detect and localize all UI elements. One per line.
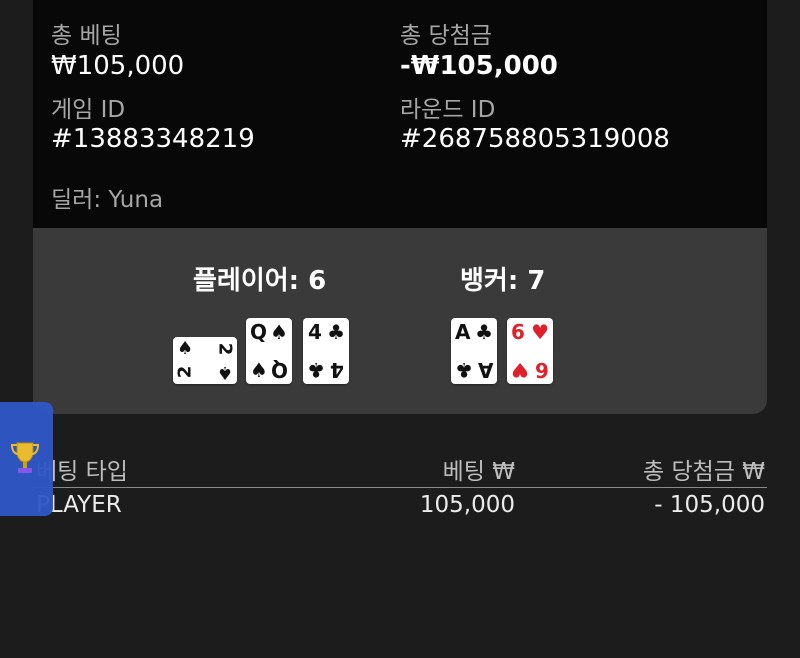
player-card-1: 2 ♠ 2 ♠ bbox=[173, 337, 237, 384]
player-card-2: Q ♠ ♠ Q bbox=[246, 318, 292, 384]
heart-icon: ♥ bbox=[511, 358, 529, 382]
cell-total-win: - 105,000 bbox=[654, 492, 765, 518]
round-id-value: #268758805319008 bbox=[400, 124, 670, 154]
banker-card-2: 6 ♥ ♥ 6 bbox=[507, 318, 553, 384]
round-id-label: 라운드 ID bbox=[400, 97, 496, 123]
spade-icon: ♠ bbox=[250, 358, 268, 382]
club-icon: ♣ bbox=[307, 358, 325, 382]
total-bet-label: 총 베팅 bbox=[51, 23, 122, 49]
spade-icon: ♠ bbox=[216, 362, 233, 383]
cell-bet-amount: 105,000 bbox=[419, 492, 515, 518]
player-card-1-rank-top: 2 bbox=[214, 342, 236, 356]
dealer-name: 딜러: Yuna bbox=[51, 187, 164, 213]
club-icon: ♣ bbox=[455, 358, 473, 382]
player-card-3: 4 ♣ ♣ 4 bbox=[303, 318, 349, 384]
spade-icon: ♠ bbox=[177, 338, 194, 359]
banker-card-2-rank-top: 6 bbox=[511, 320, 525, 344]
total-bet-value: ₩105,000 bbox=[51, 51, 185, 81]
banker-card-1: A ♣ ♣ A bbox=[451, 318, 497, 384]
banker-card-2-rank-bottom: 6 bbox=[535, 358, 549, 382]
col-header-total-win: 총 당첨금 ₩ bbox=[642, 459, 765, 485]
player-card-2-rank-top: Q bbox=[250, 320, 268, 344]
game-id-label: 게임 ID bbox=[51, 97, 126, 123]
player-hand-title: 플레이어: 6 bbox=[193, 266, 327, 296]
banker-card-1-rank-bottom: A bbox=[477, 358, 493, 382]
banker-hand-title: 뱅커: 7 bbox=[460, 266, 546, 296]
total-win-label: 총 당첨금 bbox=[400, 23, 492, 49]
heart-icon: ♥ bbox=[531, 320, 549, 344]
player-card-2-rank-bottom: Q bbox=[270, 358, 288, 382]
player-card-1-rank-bottom: 2 bbox=[174, 365, 196, 379]
spade-icon: ♠ bbox=[270, 320, 288, 344]
col-header-bet-amount: 베팅 ₩ bbox=[442, 459, 515, 485]
game-id-value: #13883348219 bbox=[51, 124, 255, 154]
trophy-button[interactable] bbox=[0, 402, 53, 516]
club-icon: ♣ bbox=[475, 320, 493, 344]
club-icon: ♣ bbox=[327, 320, 345, 344]
total-win-value: -₩105,000 bbox=[400, 51, 558, 81]
trophy-icon bbox=[10, 442, 40, 473]
banker-card-1-rank-top: A bbox=[455, 320, 471, 344]
player-card-3-rank-bottom: 4 bbox=[330, 358, 344, 382]
hands-panel bbox=[33, 228, 767, 414]
player-card-3-rank-top: 4 bbox=[308, 320, 322, 344]
table-divider bbox=[33, 487, 767, 488]
